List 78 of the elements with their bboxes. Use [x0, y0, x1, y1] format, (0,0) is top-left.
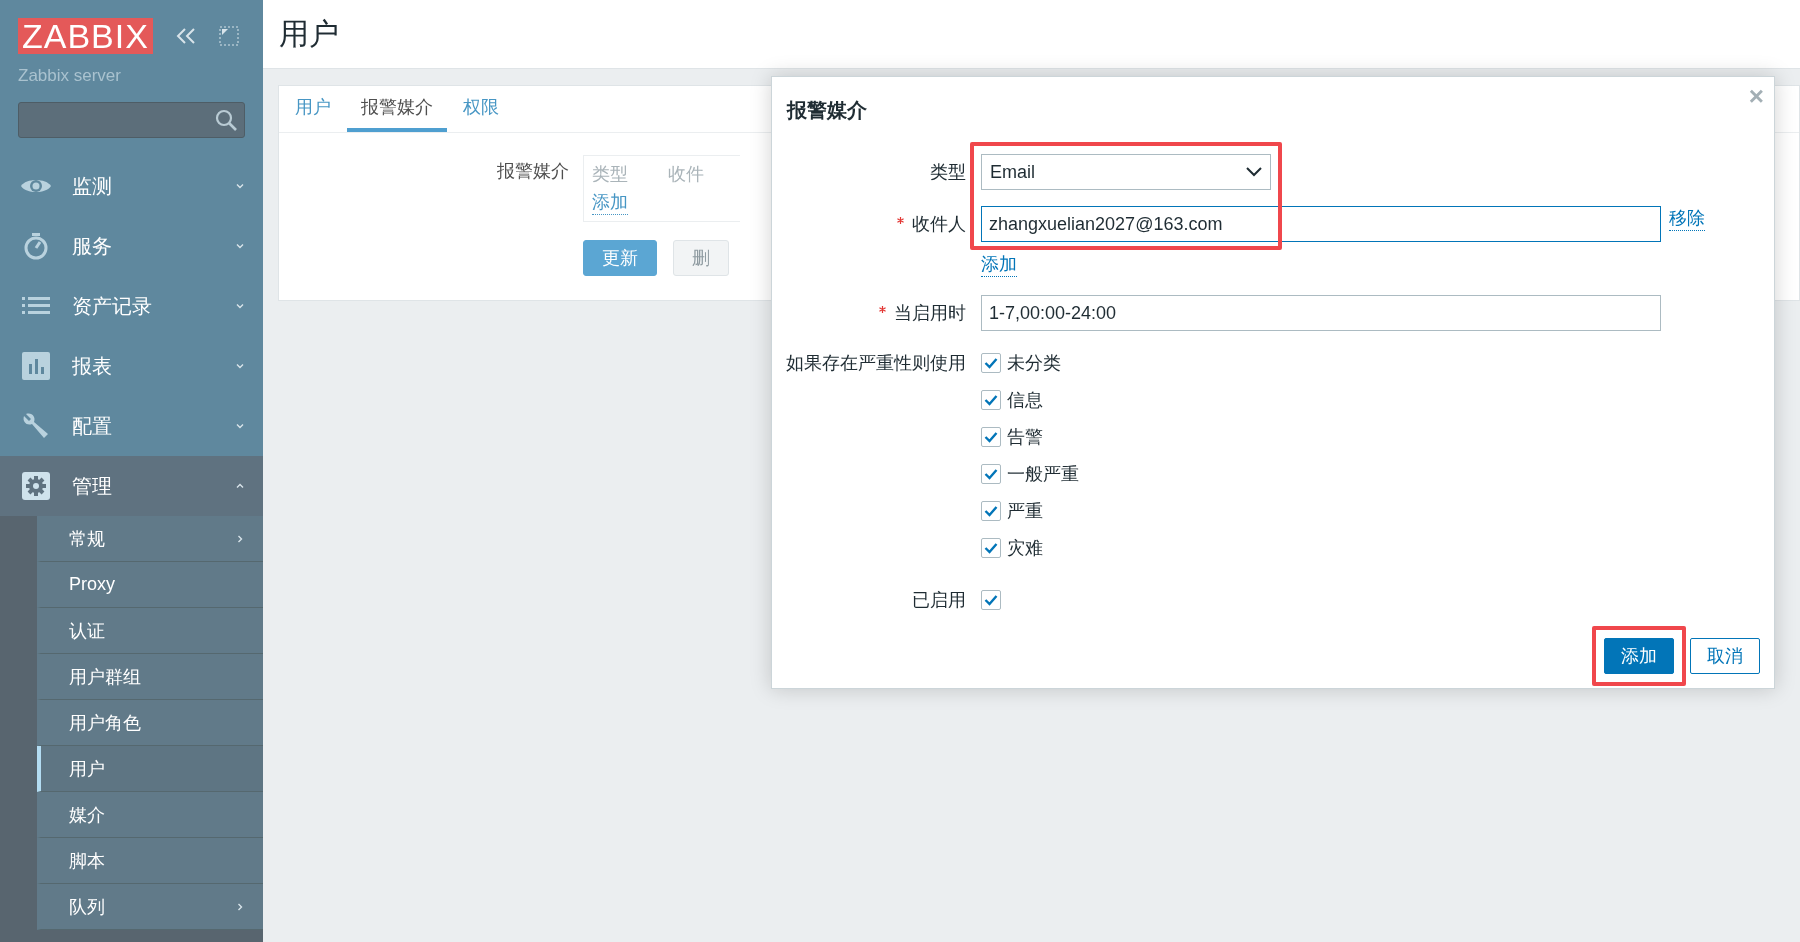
list-icon — [22, 297, 50, 315]
field-label: 当启用时 — [772, 295, 966, 331]
check-icon — [984, 394, 998, 406]
menu-item[interactable]: 监测 — [0, 156, 263, 216]
menu-item[interactable]: 资产记录 — [0, 276, 263, 336]
update-button[interactable]: 更新 — [583, 240, 657, 276]
checkbox-label: 严重 — [1007, 500, 1043, 523]
chevron-down-icon — [235, 181, 245, 191]
check-icon — [984, 468, 998, 480]
gear-icon — [22, 472, 50, 500]
field-label: 已启用 — [911, 589, 966, 612]
stopwatch-icon — [23, 232, 49, 260]
delete-button[interactable]: 删 — [673, 240, 729, 276]
check-icon — [984, 594, 998, 606]
menu-item[interactable]: 报表 — [0, 336, 263, 396]
submenu-item[interactable]: 队列 — [37, 884, 263, 930]
menu-item[interactable]: 配置 — [0, 396, 263, 456]
cancel-button[interactable]: 取消 — [1690, 638, 1760, 674]
field-label: 收件人 — [772, 206, 966, 242]
checkbox[interactable] — [981, 353, 1001, 373]
server-name: Zabbix server — [17, 65, 122, 86]
menu-item[interactable]: 管理 — [0, 456, 263, 516]
add-link[interactable]: 添加 — [592, 190, 628, 215]
menu-item[interactable]: 服务 — [0, 216, 263, 276]
chevron-up-icon — [235, 481, 245, 491]
chevron-down-icon — [1246, 167, 1262, 177]
checkbox[interactable] — [981, 464, 1001, 484]
field-label: 报警媒介 — [496, 160, 570, 183]
column-header: 类型 — [592, 163, 628, 186]
submenu-item[interactable]: 脚本 — [37, 838, 263, 884]
field-label: 类型 — [929, 161, 966, 184]
chevron-down-icon — [235, 421, 245, 431]
tab[interactable]: 用户 — [281, 86, 345, 132]
field-label: 如果存在严重性则使用 — [785, 352, 966, 375]
add-button[interactable]: 添加 — [1604, 638, 1674, 674]
tab[interactable]: 报警媒介 — [347, 86, 447, 132]
check-icon — [984, 542, 998, 554]
collapse-icon[interactable] — [174, 27, 197, 45]
page-title: 用户 — [279, 15, 339, 52]
chevron-down-icon — [235, 241, 245, 251]
check-icon — [984, 505, 998, 517]
type-select[interactable]: Email — [981, 154, 1271, 190]
period-field[interactable]: 1-7,00:00-24:00 — [981, 295, 1661, 331]
remove-link[interactable]: 移除 — [1669, 206, 1705, 231]
logo[interactable]: ZABBIX — [18, 18, 153, 54]
chevron-down-icon — [235, 301, 245, 311]
checkbox[interactable] — [981, 427, 1001, 447]
submenu-item[interactable]: 常规 — [37, 516, 263, 562]
expand-icon[interactable] — [218, 26, 239, 46]
checkbox-label: 告警 — [1007, 426, 1043, 449]
check-icon — [984, 357, 998, 369]
chevron-right-icon — [235, 901, 245, 912]
dialog-title: 报警媒介 — [787, 98, 867, 123]
chevron-right-icon — [235, 533, 245, 544]
bar-chart-icon — [22, 352, 50, 380]
checkbox[interactable] — [981, 390, 1001, 410]
checkbox[interactable] — [981, 538, 1001, 558]
search-field[interactable] — [18, 102, 245, 138]
search-icon — [214, 108, 238, 132]
submenu-item[interactable]: Proxy — [37, 562, 263, 608]
checkbox[interactable] — [981, 501, 1001, 521]
chevron-down-icon — [235, 361, 245, 371]
check-icon — [984, 431, 998, 443]
submenu-item[interactable]: 用户群组 — [37, 654, 263, 700]
checkbox-label: 一般严重 — [1007, 463, 1079, 486]
add-link[interactable]: 添加 — [981, 252, 1017, 277]
submenu-item[interactable]: 用户 — [37, 746, 263, 792]
submenu-item[interactable]: 认证 — [37, 608, 263, 654]
recipient-field[interactable]: zhangxuelian2027@163.com — [981, 206, 1661, 242]
tab[interactable]: 权限 — [449, 86, 513, 132]
checkbox-label: 信息 — [1007, 389, 1043, 412]
submenu-item[interactable]: 媒介 — [37, 792, 263, 838]
column-header: 收件 — [668, 163, 704, 186]
checkbox[interactable] — [981, 590, 1001, 610]
checkbox-label: 灾难 — [1007, 537, 1043, 560]
submenu-item[interactable]: 用户角色 — [37, 700, 263, 746]
wrench-icon — [22, 412, 50, 440]
checkbox-label: 未分类 — [1007, 352, 1061, 375]
